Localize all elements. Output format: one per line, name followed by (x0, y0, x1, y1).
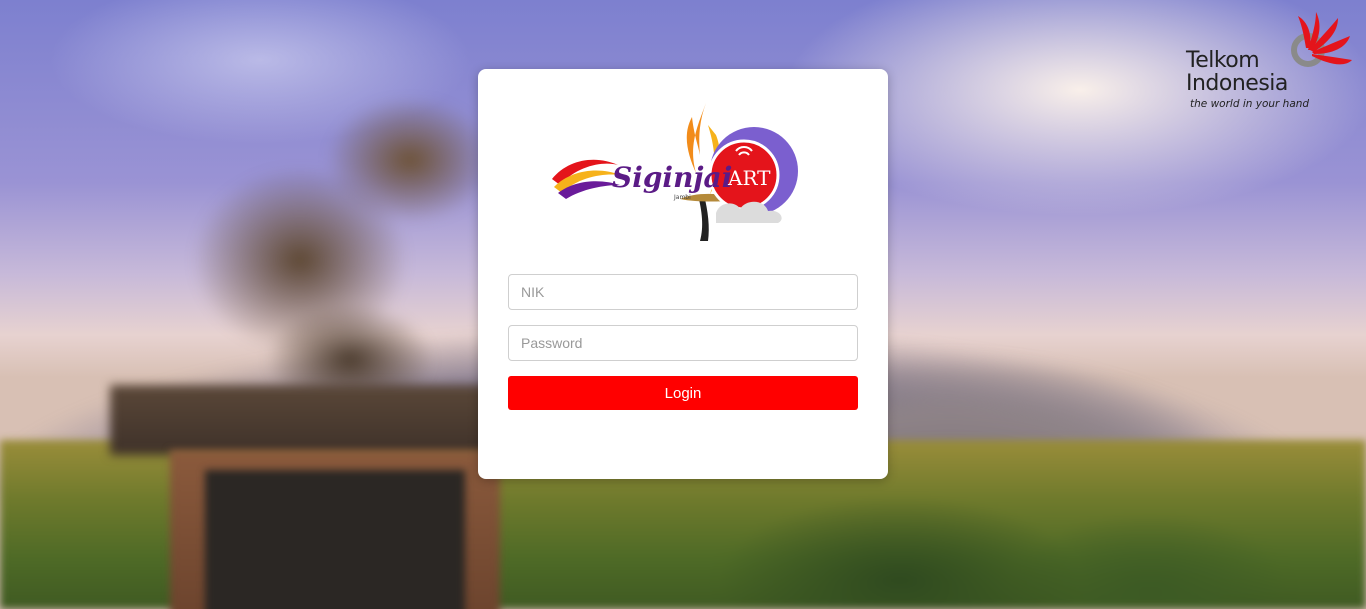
telkom-logo: Telkom Indonesia the world in your hand (1186, 8, 1356, 118)
login-card: Siginjai Jambi ART Login (478, 69, 888, 479)
background-pedestal-top (110, 385, 530, 455)
telkom-symbol-icon (1291, 12, 1352, 67)
telkom-tagline: the world in your hand (1190, 98, 1310, 110)
background-plaque (205, 470, 465, 609)
logo-text: Siginjai (612, 161, 732, 194)
telkom-name-line1: Telkom (1186, 48, 1260, 73)
siginjai-art-logo: Siginjai Jambi ART (552, 103, 798, 241)
logo-subtext: Jambi (673, 194, 691, 201)
logo-badge-text: ART (727, 166, 771, 190)
nik-input[interactable] (508, 274, 858, 310)
password-input[interactable] (508, 325, 858, 361)
background-statue (150, 100, 490, 400)
login-button[interactable]: Login (508, 376, 858, 410)
telkom-name-line2: Indonesia (1186, 71, 1288, 96)
